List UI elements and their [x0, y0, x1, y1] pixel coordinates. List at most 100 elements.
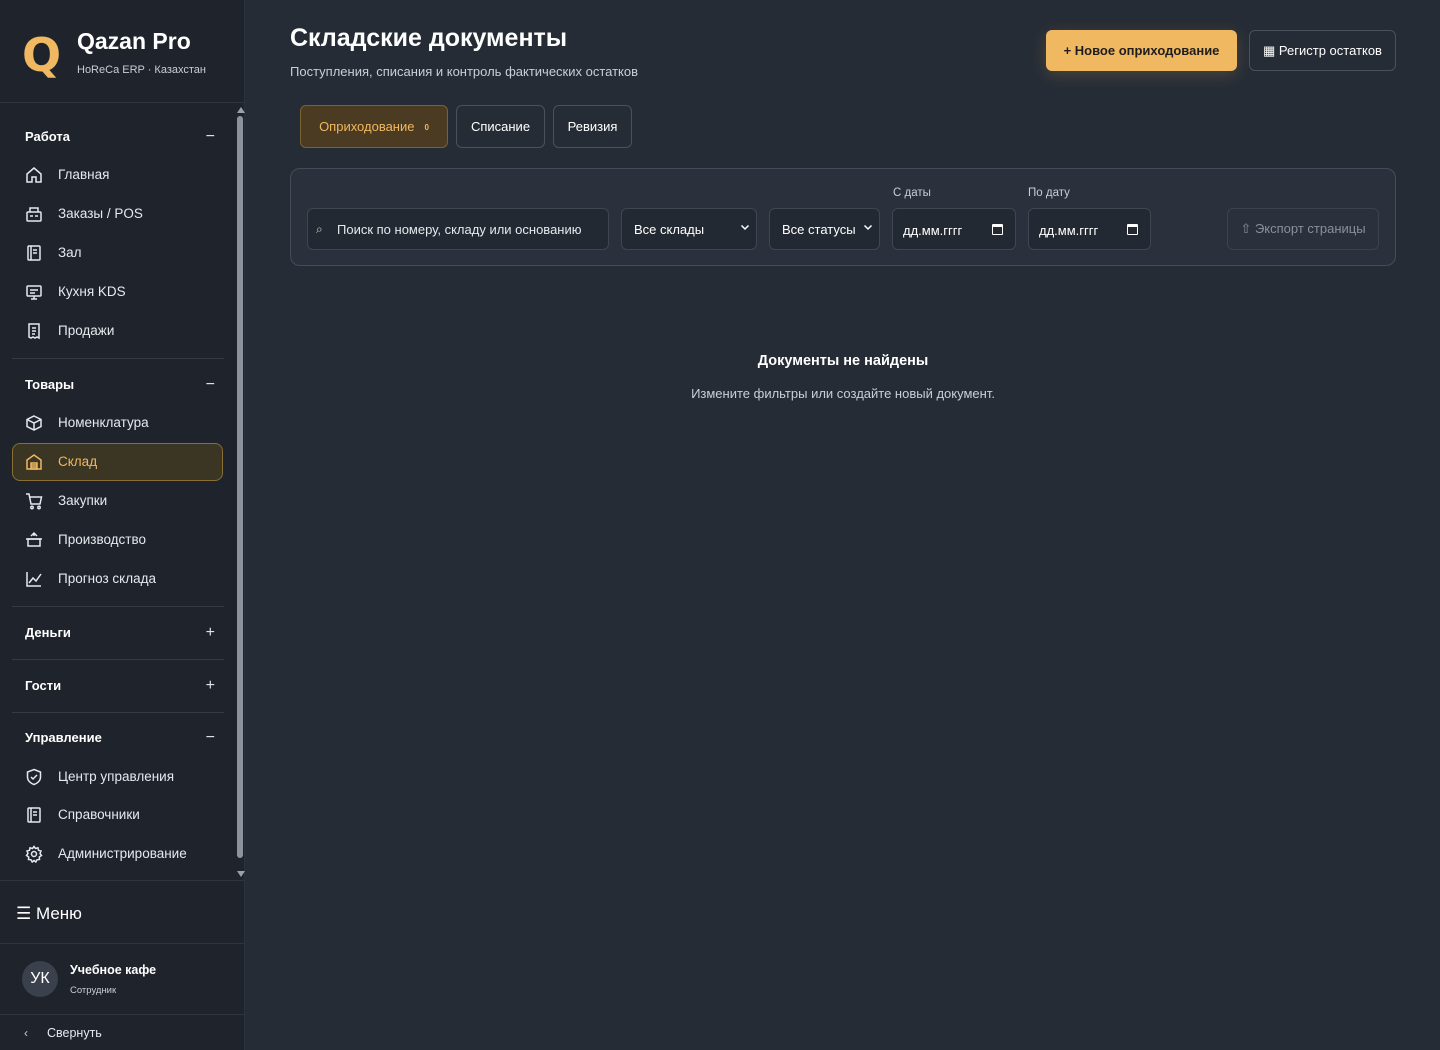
warehouse-select[interactable]: Все склады — [621, 208, 757, 250]
calendar-icon[interactable] — [992, 224, 1003, 235]
menu-button[interactable]: ☰ Меню — [0, 880, 245, 944]
select-value: Все склады — [634, 222, 705, 237]
scroll-up-icon[interactable] — [237, 107, 245, 113]
sidebar-item-sales[interactable]: Продажи — [12, 312, 223, 350]
sidebar-item-label: Главная — [58, 167, 110, 182]
register-icon — [25, 205, 43, 223]
tab-label: Списание — [470, 119, 531, 134]
section-work-header[interactable]: Работа − — [25, 128, 215, 149]
cart-icon — [25, 492, 43, 510]
sidebar-item-label: Центр управления — [58, 769, 175, 784]
sidebar: Q Qazan Pro HoReCa ERP · Казахстан Работ… — [0, 0, 245, 1050]
date-to-input[interactable]: дд.мм.гггг — [1028, 208, 1151, 250]
section-management-header[interactable]: Управление − — [25, 729, 215, 750]
sidebar-item-label: Продажи — [58, 323, 115, 338]
receipt-icon — [25, 322, 43, 340]
sidebar-item-label: Прогноз склада — [58, 571, 156, 586]
tab-receipt[interactable]: Оприходование 0 — [300, 105, 448, 148]
chevron-down-icon — [740, 222, 750, 232]
sidebar-item-administration[interactable]: Администрирование — [12, 835, 223, 873]
sidebar-item-home[interactable]: Главная — [12, 156, 223, 194]
divider — [12, 358, 224, 359]
sidebar-item-label: Склад — [58, 454, 98, 469]
calendar-icon[interactable] — [1127, 224, 1138, 235]
scroll-thumb[interactable] — [237, 116, 243, 858]
user-profile[interactable]: УК Учебное кафе Сотрудник — [0, 945, 245, 1015]
sidebar-nav: Работа − Главная Заказы / POS Зал Кухня … — [0, 104, 245, 879]
search-field[interactable]: ⌕ — [307, 208, 609, 250]
scroll-down-icon[interactable] — [237, 871, 245, 877]
sidebar-item-control-center[interactable]: Центр управления — [12, 758, 223, 796]
warehouse-icon — [25, 453, 43, 471]
sidebar-item-label: Заказы / POS — [58, 206, 143, 221]
chevron-left-icon: ‹ — [24, 1026, 28, 1040]
avatar: УК — [22, 961, 58, 997]
collapse-icon[interactable]: − — [206, 729, 215, 747]
sidebar-item-kitchen-kds[interactable]: Кухня KDS — [12, 273, 223, 311]
stock-register-button[interactable]: ▦ Регистр остатков — [1249, 30, 1396, 71]
expand-icon[interactable]: + — [206, 677, 215, 695]
select-value: Все статусы — [782, 222, 856, 237]
brand-logo: Q — [22, 28, 62, 82]
section-goods-header[interactable]: Товары − — [25, 376, 215, 397]
count-badge: 0 — [424, 123, 429, 133]
sidebar-item-label: Администрирование — [58, 846, 187, 861]
search-icon: ⌕ — [316, 222, 323, 236]
brand-name: Qazan Pro — [77, 28, 191, 54]
date-to-label: По дату — [1028, 187, 1070, 199]
divider — [12, 712, 224, 713]
date-from-input[interactable]: дд.мм.гггг — [892, 208, 1016, 250]
tab-label: Оприходование — [319, 119, 415, 134]
empty-state-text: Измените фильтры или создайте новый доку… — [691, 386, 995, 401]
user-name: Учебное кафе — [70, 963, 157, 977]
sidebar-item-label: Справочники — [58, 807, 140, 822]
menu-label: ☰ Меню — [16, 904, 82, 923]
tab-write-off[interactable]: Списание — [456, 105, 545, 148]
tab-label: Ревизия — [567, 119, 618, 134]
new-receipt-button[interactable]: + Новое оприходование — [1046, 30, 1237, 71]
sidebar-item-label: Закупки — [58, 493, 108, 508]
chevron-down-icon — [863, 222, 873, 232]
sidebar-item-warehouse[interactable]: Склад — [12, 443, 223, 481]
brand-subtitle: HoReCa ERP · Казахстан — [77, 64, 206, 76]
section-title: Деньги — [25, 625, 71, 640]
collapse-icon[interactable]: − — [206, 128, 215, 146]
pot-icon — [25, 531, 43, 549]
shield-icon — [25, 768, 43, 786]
sidebar-item-production[interactable]: Производство — [12, 521, 223, 559]
sidebar-item-orders-pos[interactable]: Заказы / POS — [12, 195, 223, 233]
collapse-icon[interactable]: − — [206, 376, 215, 394]
box-icon — [25, 414, 43, 432]
date-value: дд.мм.гггг — [903, 223, 963, 238]
section-title: Управление — [25, 730, 102, 745]
sidebar-scrollbar[interactable] — [236, 104, 245, 879]
export-page-button[interactable]: ⇧ Экспорт страницы — [1227, 208, 1379, 250]
date-value: дд.мм.гггг — [1039, 223, 1099, 238]
sidebar-item-label: Зал — [58, 245, 82, 260]
divider — [12, 606, 224, 607]
section-title: Работа — [25, 129, 70, 144]
sidebar-item-stock-forecast[interactable]: Прогноз склада — [12, 560, 223, 598]
sidebar-item-references[interactable]: Справочники — [12, 796, 223, 834]
status-select[interactable]: Все статусы — [769, 208, 880, 250]
collapse-sidebar-button[interactable]: ‹ Свернуть — [0, 1016, 245, 1050]
sidebar-item-hall[interactable]: Зал — [12, 234, 223, 272]
user-role: Сотрудник — [70, 985, 117, 996]
home-icon — [25, 166, 43, 184]
search-input[interactable] — [337, 210, 607, 248]
tab-audit[interactable]: Ревизия — [553, 105, 632, 148]
sidebar-item-label: Производство — [58, 532, 147, 547]
book-icon — [25, 244, 43, 262]
chart-line-icon — [25, 570, 43, 588]
page-subtitle: Поступления, списания и контроль фактиче… — [290, 64, 639, 79]
date-from-label: С даты — [893, 187, 931, 199]
gear-icon — [25, 845, 43, 863]
expand-icon[interactable]: + — [206, 624, 215, 642]
sidebar-item-label: Кухня KDS — [58, 284, 126, 299]
brand-header: Q Qazan Pro HoReCa ERP · Казахстан — [0, 0, 245, 103]
sidebar-item-nomenclature[interactable]: Номенклатура — [12, 404, 223, 442]
section-money-header[interactable]: Деньги + — [25, 624, 215, 645]
sidebar-item-purchases[interactable]: Закупки — [12, 482, 223, 520]
section-guests-header[interactable]: Гости + — [25, 677, 215, 698]
page-title: Складские документы — [290, 24, 568, 52]
